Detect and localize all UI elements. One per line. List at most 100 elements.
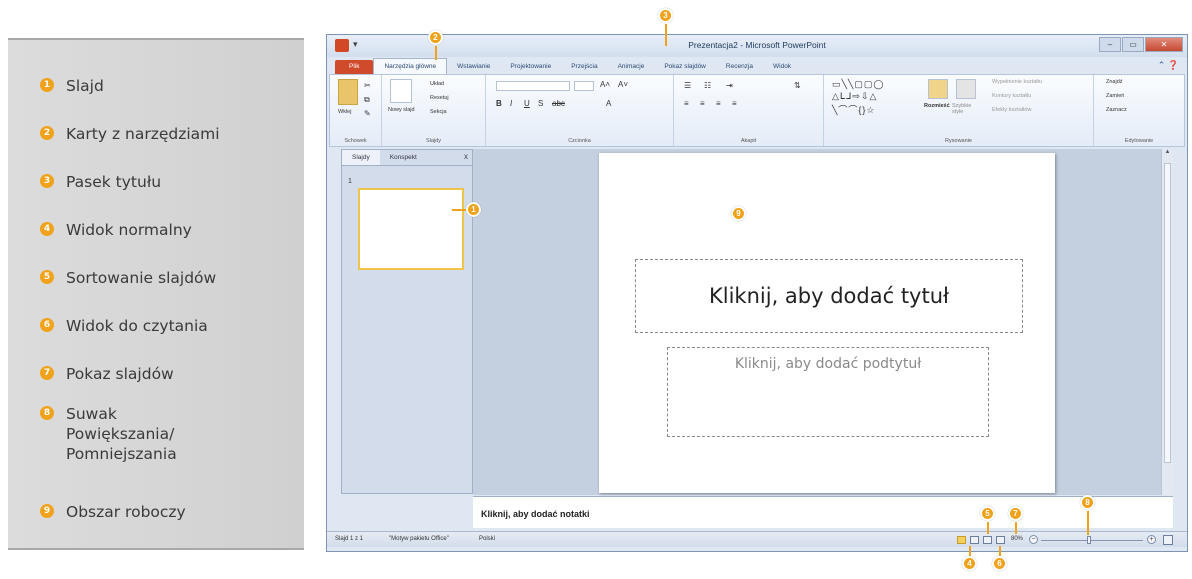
strikethrough-icon[interactable]: abc bbox=[552, 99, 565, 108]
legend-item: 2 Karty z narzędziami bbox=[40, 124, 220, 144]
underline-icon[interactable]: U bbox=[524, 99, 530, 108]
quick-styles-button-label[interactable]: Szybkie style bbox=[952, 103, 982, 115]
callout-line bbox=[452, 209, 466, 211]
copy-icon[interactable]: ⧉ bbox=[364, 95, 370, 105]
ribbon-group-font: A˄ A˅ B I U S abc A Czcionka bbox=[486, 75, 674, 146]
paste-button-label[interactable]: Wklej bbox=[338, 109, 351, 115]
close-pane-icon[interactable]: x bbox=[460, 150, 472, 165]
scroll-up-icon[interactable]: ▲ bbox=[1162, 149, 1173, 155]
arrange-button-label[interactable]: Rozmieść bbox=[924, 103, 950, 109]
shape-fill-button[interactable]: Wypełnienie kształtu bbox=[992, 79, 1042, 85]
legend-badge: 7 bbox=[40, 366, 54, 380]
shapes-gallery-icon[interactable]: △ᒪᒧ⇨⇩△ bbox=[832, 91, 877, 102]
help-icon[interactable]: ⌃ ❓ bbox=[1158, 60, 1179, 71]
legend-label: Widok do czytania bbox=[66, 317, 208, 335]
align-left-icon[interactable]: ≡ bbox=[684, 99, 689, 108]
bold-icon[interactable]: B bbox=[496, 99, 502, 108]
legend-item: 4 Widok normalny bbox=[40, 220, 192, 240]
tab-transitions[interactable]: Przejścia bbox=[561, 60, 607, 74]
callout-title-bar: 3 bbox=[658, 8, 673, 23]
shapes-gallery-icon[interactable]: ▭╲╲▢▢◯ bbox=[832, 79, 884, 90]
shadow-icon[interactable]: S bbox=[538, 99, 543, 108]
legend-label: Slajd bbox=[66, 77, 104, 95]
grow-font-icon[interactable]: A˄ bbox=[600, 80, 610, 89]
arrange-icon[interactable] bbox=[928, 79, 948, 99]
tab-animations[interactable]: Animacje bbox=[608, 60, 655, 74]
reset-button[interactable]: Resetuj bbox=[430, 95, 449, 101]
paste-icon[interactable] bbox=[338, 79, 358, 105]
slides-pane-tabs: Slajdy Konspekt x bbox=[342, 150, 472, 166]
shape-outline-button[interactable]: Kontury kształtu bbox=[992, 93, 1031, 99]
font-name-select[interactable] bbox=[496, 81, 570, 91]
theme-name: "Motyw pakietu Office" bbox=[389, 536, 449, 542]
reading-view-icon[interactable] bbox=[983, 536, 992, 544]
normal-view-icon[interactable] bbox=[957, 536, 966, 544]
indent-icon[interactable]: ⇥ bbox=[726, 81, 733, 90]
legend-label: Pokaz slajdów bbox=[66, 365, 174, 383]
ribbon-group-label: Edytowanie bbox=[1124, 138, 1154, 144]
title-placeholder[interactable]: Kliknij, aby dodać tytuł bbox=[635, 259, 1023, 333]
shape-effects-button[interactable]: Efekty kształtów bbox=[992, 107, 1031, 113]
language[interactable]: Polski bbox=[479, 536, 495, 542]
callout-slide-sorter: 5 bbox=[980, 506, 995, 521]
text-direction-icon[interactable]: ⇅ bbox=[794, 81, 801, 90]
notes-placeholder[interactable]: Kliknij, aby dodać notatki bbox=[481, 509, 590, 519]
layout-button[interactable]: Układ bbox=[430, 81, 444, 87]
shapes-gallery-icon[interactable]: ╲⌒⌒{}☆ bbox=[832, 103, 876, 116]
notes-pane[interactable]: Kliknij, aby dodać notatki bbox=[473, 496, 1173, 528]
select-button[interactable]: Zaznacz bbox=[1106, 107, 1127, 113]
legend-label: Pasek tytułu bbox=[66, 173, 162, 191]
vertical-scrollbar[interactable]: ▲ bbox=[1161, 149, 1173, 495]
zoom-level[interactable]: 80% bbox=[1011, 536, 1023, 542]
zoom-slider-track[interactable] bbox=[1041, 540, 1143, 541]
minimize-button[interactable]: – bbox=[1099, 37, 1121, 52]
tab-view[interactable]: Widok bbox=[763, 60, 801, 74]
new-slide-icon[interactable] bbox=[390, 79, 412, 103]
quick-styles-icon[interactable] bbox=[956, 79, 976, 99]
scrollbar-thumb[interactable] bbox=[1164, 163, 1171, 463]
bullets-icon[interactable]: ☰ bbox=[684, 81, 691, 90]
subtitle-placeholder[interactable]: Kliknij, aby dodać podtytuł bbox=[667, 347, 989, 437]
callout-slideshow: 7 bbox=[1008, 506, 1023, 521]
font-size-select[interactable] bbox=[574, 81, 594, 91]
zoom-out-icon[interactable]: − bbox=[1029, 535, 1038, 544]
align-center-icon[interactable]: ≡ bbox=[700, 99, 705, 108]
zoom-in-icon[interactable]: + bbox=[1147, 535, 1156, 544]
slideshow-icon[interactable] bbox=[996, 536, 1005, 544]
legend-badge: 4 bbox=[40, 222, 54, 236]
find-button[interactable]: Znajdź bbox=[1106, 79, 1123, 85]
tab-outline[interactable]: Konspekt bbox=[380, 150, 427, 165]
tab-slideshow[interactable]: Pokaz slajdów bbox=[654, 60, 716, 74]
legend-item: 1 Slajd bbox=[40, 76, 104, 96]
callout-workspace: 9 bbox=[731, 206, 746, 221]
maximize-button[interactable]: ▭ bbox=[1122, 37, 1144, 52]
ribbon-group-label: Akapit bbox=[740, 138, 757, 144]
justify-icon[interactable]: ≡ bbox=[732, 99, 737, 108]
cut-icon[interactable]: ✂ bbox=[364, 81, 371, 90]
numbering-icon[interactable]: ☷ bbox=[704, 81, 711, 90]
slide-canvas[interactable]: Kliknij, aby dodać tytuł Kliknij, aby do… bbox=[599, 153, 1055, 493]
tab-review[interactable]: Recenzja bbox=[716, 60, 763, 74]
section-button[interactable]: Sekcja bbox=[430, 109, 447, 115]
close-button[interactable]: ✕ bbox=[1145, 37, 1183, 52]
slide-sorter-icon[interactable] bbox=[970, 536, 979, 544]
callout-reading-view: 6 bbox=[992, 556, 1007, 571]
align-right-icon[interactable]: ≡ bbox=[716, 99, 721, 108]
tab-slides[interactable]: Slajdy bbox=[342, 150, 380, 165]
format-painter-icon[interactable]: ✎ bbox=[364, 109, 371, 118]
new-slide-button-label[interactable]: Nowy slajd bbox=[388, 107, 418, 113]
italic-icon[interactable]: I bbox=[510, 99, 512, 108]
font-color-icon[interactable]: A bbox=[606, 99, 611, 108]
tab-file[interactable]: Plik bbox=[335, 60, 374, 74]
tab-design[interactable]: Projektowanie bbox=[500, 60, 561, 74]
replace-button[interactable]: Zamień bbox=[1106, 93, 1124, 99]
callout-zoom-slider: 8 bbox=[1080, 495, 1095, 510]
tab-home[interactable]: Narzędzia główne bbox=[373, 58, 448, 74]
slide-thumbnail[interactable] bbox=[358, 188, 464, 270]
legend-item: 9 Obszar roboczy bbox=[40, 502, 186, 522]
shrink-font-icon[interactable]: A˅ bbox=[618, 80, 628, 89]
zoom-slider-thumb[interactable] bbox=[1087, 536, 1091, 544]
fit-to-window-icon[interactable] bbox=[1163, 535, 1173, 545]
tab-insert[interactable]: Wstawianie bbox=[447, 60, 500, 74]
legend-item: 6 Widok do czytania bbox=[40, 316, 208, 336]
